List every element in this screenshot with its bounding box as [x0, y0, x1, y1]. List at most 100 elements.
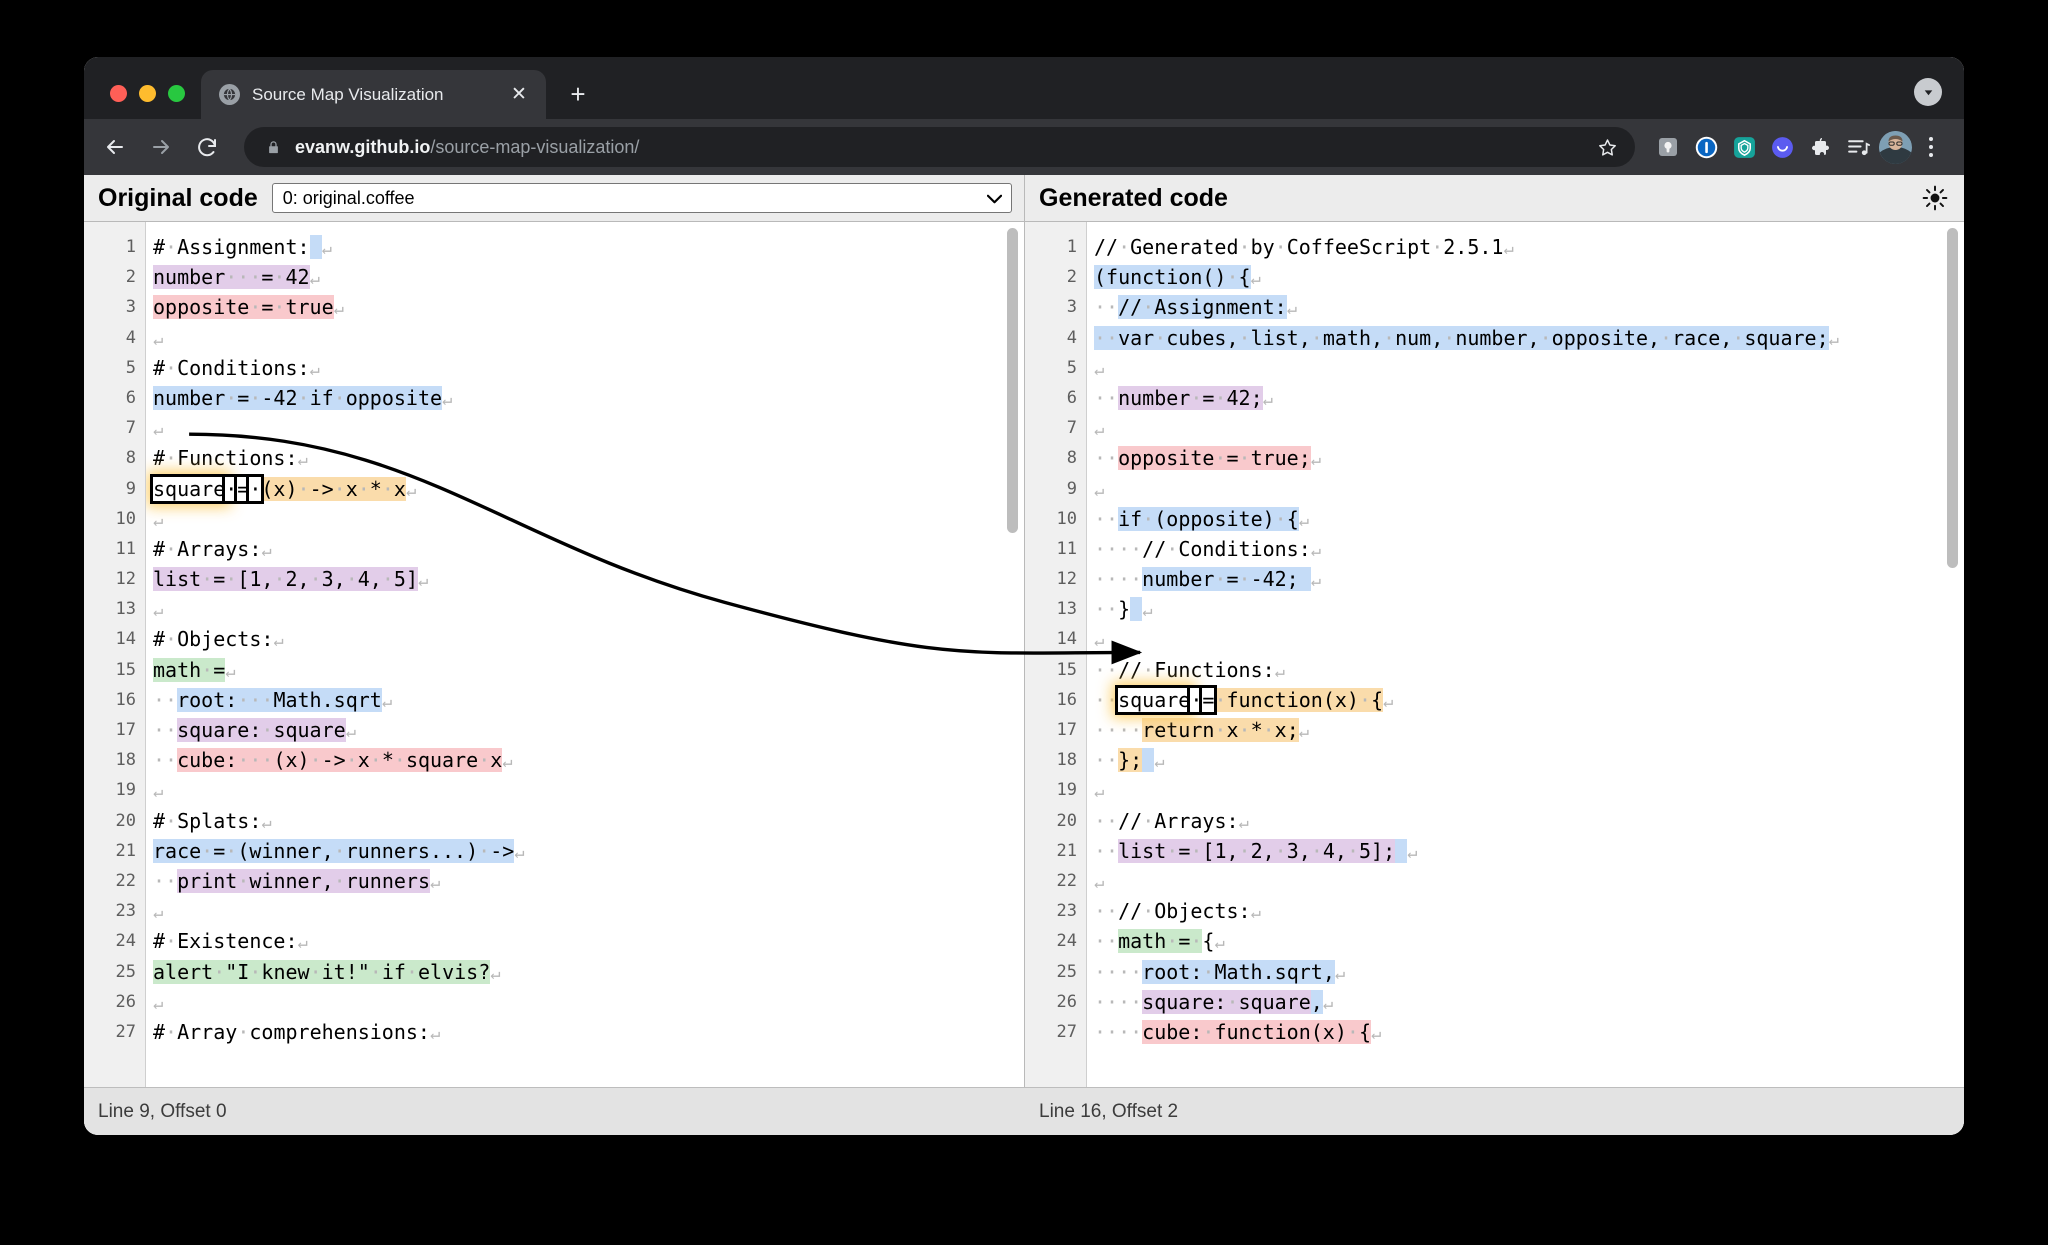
- code-line[interactable]: ····//·Conditions:↵: [1094, 534, 1964, 564]
- close-window-button[interactable]: [110, 85, 127, 102]
- code-line[interactable]: ··}; ↵: [1094, 745, 1964, 775]
- code-token: ·: [237, 868, 250, 893]
- code-token: {: [1286, 506, 1299, 531]
- code-line[interactable]: ··cube:···(x)·->·x·*·square·x↵: [153, 745, 1024, 775]
- bitwarden-icon[interactable]: [1727, 130, 1761, 164]
- code-line[interactable]: ↵: [1094, 353, 1964, 383]
- code-token: {: [1202, 929, 1215, 954]
- code-token: ····: [1094, 989, 1143, 1014]
- newline-glyph: ↵: [297, 450, 308, 471]
- code-line[interactable]: ····root:·Math.sqrt,↵: [1094, 957, 1964, 987]
- code-token: Math: [1214, 959, 1263, 984]
- source-file-select[interactable]: 0: original.coffee: [271, 183, 1012, 213]
- code-line[interactable]: ··list·=·[1,·2,·3,·4,·5]; ↵: [1094, 836, 1964, 866]
- 1password-icon[interactable]: [1689, 130, 1723, 164]
- newline-glyph: ↵: [1286, 299, 1297, 320]
- star-icon[interactable]: [1589, 129, 1625, 165]
- address-bar[interactable]: evanw.github.io/source-map-visualization…: [244, 127, 1635, 167]
- code-line[interactable]: ··//·Assignment:↵: [1094, 292, 1964, 322]
- code-line[interactable]: #·Functions:↵: [153, 443, 1024, 473]
- minimize-window-button[interactable]: [139, 85, 156, 102]
- code-line[interactable]: math·=↵: [153, 655, 1024, 685]
- code-token: ··: [1094, 385, 1119, 410]
- honey-icon[interactable]: [1765, 130, 1799, 164]
- code-line[interactable]: #·Conditions:↵: [153, 353, 1024, 383]
- maximize-window-button[interactable]: [168, 85, 185, 102]
- close-icon[interactable]: ✕: [506, 82, 532, 108]
- original-code-scrollbar[interactable]: [1007, 228, 1018, 533]
- code-line[interactable]: ··if·(opposite)·{↵: [1094, 504, 1964, 534]
- code-line[interactable]: ··math·=·{↵: [1094, 926, 1964, 956]
- code-line[interactable]: ↵: [1094, 775, 1964, 805]
- code-line[interactable]: ↵: [153, 594, 1024, 624]
- sun-icon[interactable]: [1918, 181, 1952, 215]
- code-line[interactable]: ↵: [153, 775, 1024, 805]
- code-line[interactable]: ··square·=·function(x)·{↵: [1094, 684, 1964, 715]
- avatar[interactable]: [1879, 130, 1912, 164]
- code-line[interactable]: #·Splats:↵: [153, 806, 1024, 836]
- code-line[interactable]: #·Objects:↵: [153, 624, 1024, 654]
- original-code-panel[interactable]: 1 2 3 4 5 6 7 8 9 10 11 12 13 14 15 16 17 18 19 20 21 22 23 24 2…: [84, 222, 1025, 1087]
- code-line[interactable]: ↵: [153, 504, 1024, 534]
- code-line[interactable]: ↵: [1094, 624, 1964, 654]
- code-line[interactable]: ↵: [153, 413, 1024, 443]
- generated-code-text[interactable]: //·Generated·by·CoffeeScript·2.5.1↵ (func…: [1087, 222, 1964, 1087]
- media-playlist-icon[interactable]: [1841, 130, 1875, 164]
- code-line[interactable]: ↵: [153, 987, 1024, 1017]
- code-line[interactable]: ··} ↵: [1094, 594, 1964, 624]
- code-line[interactable]: ····square:·square,↵: [1094, 987, 1964, 1017]
- code-line[interactable]: ··//·Objects:↵: [1094, 896, 1964, 926]
- reload-button[interactable]: [186, 126, 228, 168]
- code-line[interactable]: //·Generated·by·CoffeeScript·2.5.1↵: [1094, 232, 1964, 262]
- code-line[interactable]: list·=·[1,·2,·3,·4,·5]↵: [153, 564, 1024, 594]
- code-line[interactable]: ··print·winner,·runners↵: [153, 866, 1024, 896]
- code-line[interactable]: ··opposite·=·true;↵: [1094, 443, 1964, 473]
- code-line[interactable]: ↵: [1094, 413, 1964, 443]
- code-token: =: [1226, 567, 1239, 592]
- browser-tab-source-map-visualization[interactable]: Source Map Visualization ✕: [201, 70, 546, 119]
- code-line[interactable]: ··//·Functions:↵: [1094, 655, 1964, 685]
- code-line[interactable]: ··number·=·42;↵: [1094, 383, 1964, 413]
- code-line[interactable]: #·Assignment: ↵: [153, 232, 1024, 262]
- puzzle-extensions-icon[interactable]: [1803, 130, 1837, 164]
- code-line[interactable]: ····cube:·function(x)·{↵: [1094, 1017, 1964, 1047]
- code-line[interactable]: ··square:·square↵: [153, 715, 1024, 745]
- code-line[interactable]: ↵: [1094, 474, 1964, 504]
- line-number: 1: [125, 237, 136, 257]
- back-button[interactable]: [94, 126, 136, 168]
- code-line[interactable]: ↵: [153, 323, 1024, 353]
- code-line[interactable]: ↵: [153, 896, 1024, 926]
- newline-glyph: ↵: [1503, 239, 1514, 259]
- code-line[interactable]: opposite·=·true↵: [153, 292, 1024, 322]
- three-dots-menu-icon[interactable]: [1916, 130, 1946, 164]
- code-line[interactable]: square·=·(x)·->·x·*·x↵: [149, 473, 1024, 504]
- line-number: 4: [1066, 327, 1077, 348]
- forward-button[interactable]: [140, 126, 182, 168]
- code-line[interactable]: ····return·x·*·x;↵: [1094, 715, 1964, 745]
- chevron-down-circle-icon[interactable]: [1914, 78, 1942, 106]
- code-line[interactable]: #·Arrays:↵: [153, 534, 1024, 564]
- code-token: #: [153, 355, 166, 380]
- code-line[interactable]: ··var·cubes,·list,·math,·num,·number,·op…: [1094, 323, 1964, 353]
- code-line[interactable]: ····number·=·-42; ↵: [1094, 564, 1964, 594]
- code-token: ·: [309, 748, 322, 773]
- code-token: ·: [1214, 567, 1227, 592]
- generated-code-panel[interactable]: 1 2 3 4 5 6 7 8 9 10 11 12 13 14 15 16 17 18 19 20 21 22 23 24 2…: [1025, 222, 1964, 1087]
- code-line[interactable]: race·=·(winner,·runners...)·->↵: [153, 836, 1024, 866]
- code-line[interactable]: alert·"I·knew·it!"·if·elvis?↵: [153, 957, 1024, 987]
- newline-glyph: ↵: [1310, 571, 1322, 592]
- code-line[interactable]: number·=·-42·if·opposite↵: [153, 383, 1024, 413]
- code-line[interactable]: number···=·42↵: [153, 262, 1024, 292]
- code-line[interactable]: ↵: [1094, 866, 1964, 896]
- new-tab-button[interactable]: +: [558, 74, 598, 114]
- lastpass-icon[interactable]: [1651, 130, 1685, 164]
- code-line[interactable]: (function()·{↵: [1094, 262, 1964, 292]
- code-line[interactable]: #·Existence:↵: [153, 926, 1024, 956]
- code-line[interactable]: ··root:···Math.sqrt↵: [153, 685, 1024, 715]
- generated-code-scrollbar[interactable]: [1947, 228, 1958, 568]
- code-line[interactable]: #·Array·comprehensions:↵: [153, 1017, 1024, 1047]
- original-code-text[interactable]: #·Assignment: ↵ number···=·42↵ opposite·=·…: [146, 222, 1024, 1087]
- code-token: ·: [1346, 1019, 1359, 1044]
- code-line[interactable]: ··//·Arrays:↵: [1094, 806, 1964, 836]
- lock-icon: [266, 139, 281, 156]
